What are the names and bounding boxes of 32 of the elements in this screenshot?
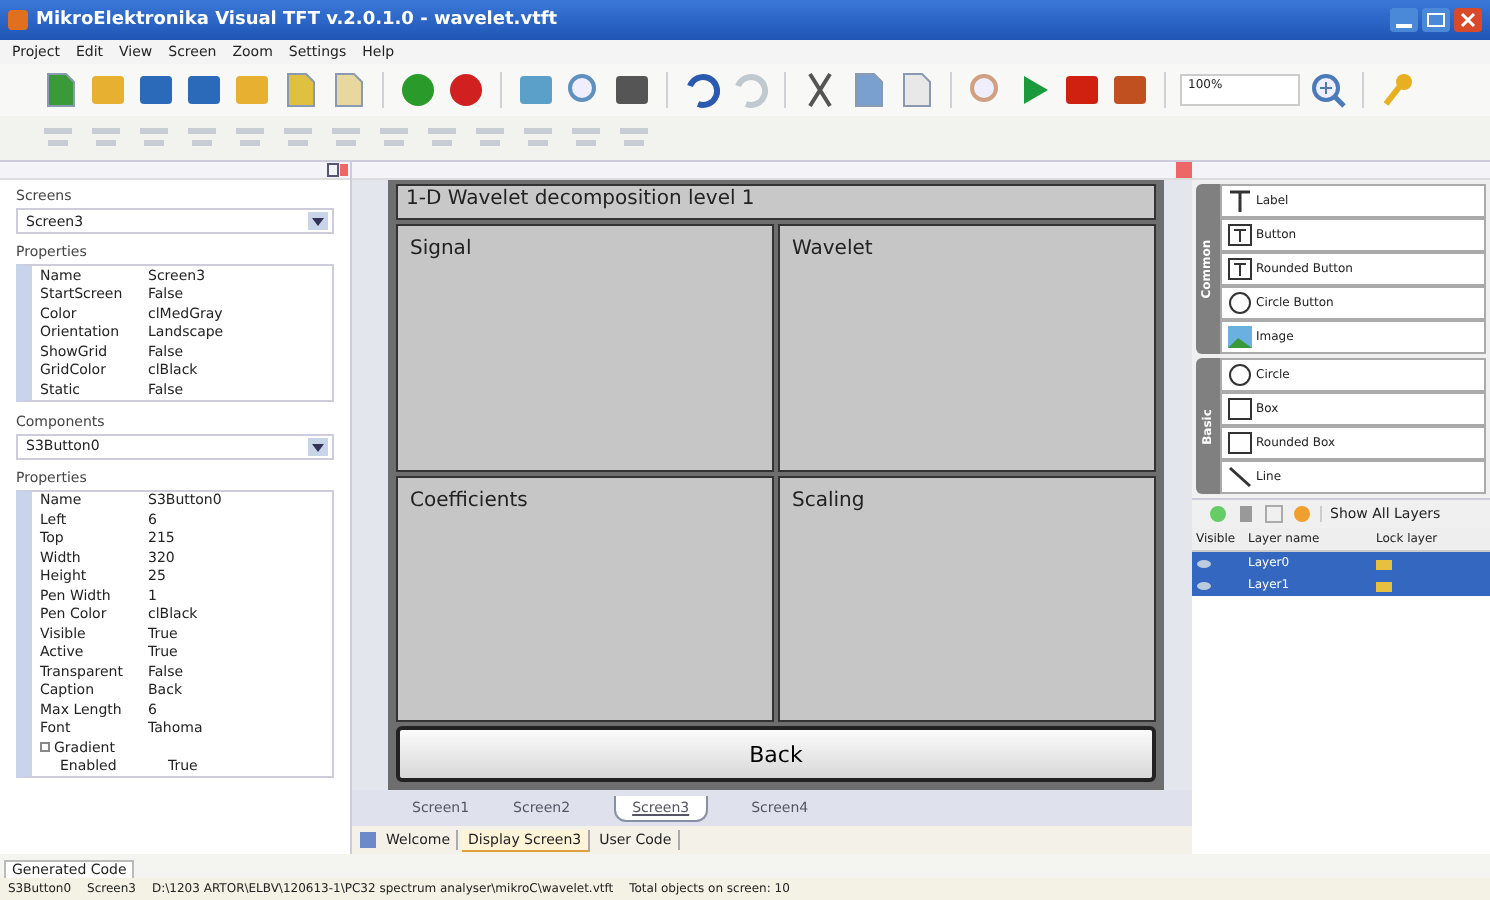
box-icon — [1228, 432, 1252, 454]
window-title: MikroElektronika Visual TFT v.2.0.1.0 - wavelet.vtft — [36, 10, 558, 30]
undo-icon[interactable] — [682, 70, 722, 110]
dropdown-arrow-icon[interactable] — [308, 437, 328, 455]
circle-icon — [1228, 292, 1252, 314]
button-icon — [1228, 224, 1252, 246]
plot-box[interactable]: Coefficients — [396, 475, 774, 722]
layer-icon[interactable] — [1264, 504, 1284, 524]
line-icon — [1228, 466, 1252, 488]
plot-box[interactable]: Signal — [396, 224, 774, 471]
zoom-in-icon[interactable] — [1308, 70, 1348, 110]
circle-icon — [1228, 364, 1252, 386]
plot-box[interactable]: Scaling — [778, 475, 1156, 722]
maximize-icon[interactable] — [1422, 8, 1450, 32]
collapse-icon[interactable] — [40, 741, 50, 752]
box-label: Coefficients — [410, 489, 528, 511]
box-label: Signal — [410, 238, 472, 260]
button-icon — [1228, 258, 1252, 280]
pin-icon[interactable] — [326, 162, 350, 178]
plot-box[interactable]: Wavelet — [778, 224, 1156, 471]
dropdown-arrow-icon[interactable] — [308, 212, 328, 230]
minimize-icon[interactable] — [1390, 8, 1418, 32]
back-button[interactable]: Back — [396, 726, 1156, 782]
box-icon — [1228, 398, 1252, 420]
box-label: Scaling — [792, 489, 865, 511]
screen-header: 1-D Wavelet decomposition level 1 — [396, 184, 1156, 220]
label-icon — [1228, 190, 1252, 212]
app-icon — [8, 10, 28, 30]
key-icon[interactable] — [1378, 70, 1418, 110]
close-icon[interactable] — [1454, 8, 1482, 32]
box-label: Wavelet — [792, 238, 873, 260]
stop-icon[interactable] — [1062, 70, 1102, 110]
